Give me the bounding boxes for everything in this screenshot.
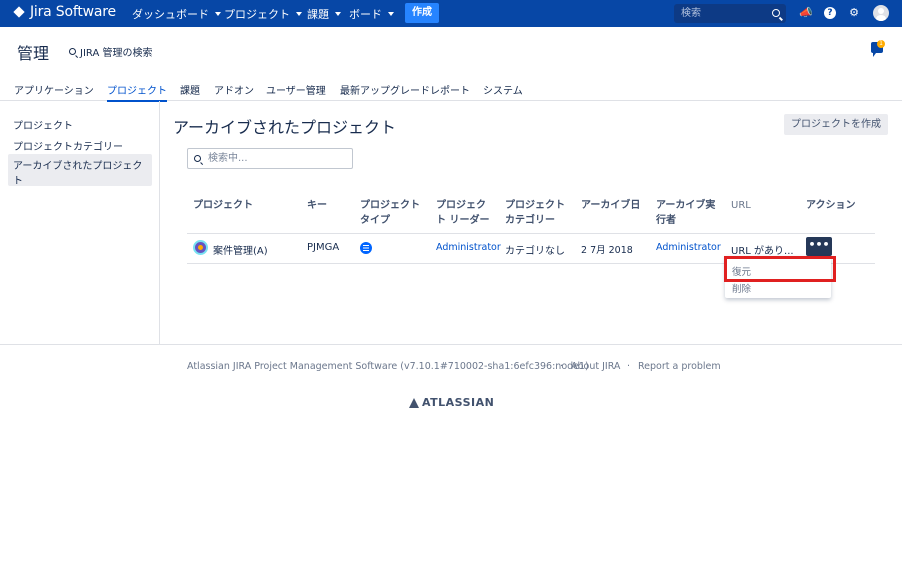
- search-icon: [69, 48, 76, 55]
- jira-diamond-icon: [13, 6, 25, 18]
- tab-issues[interactable]: 課題: [180, 82, 200, 97]
- chevron-down-icon: [335, 12, 341, 16]
- footer-about-link[interactable]: About JIRA: [571, 361, 620, 372]
- jira-logo[interactable]: Jira Software: [13, 4, 116, 20]
- nav-issues[interactable]: 課題: [307, 6, 341, 22]
- footer-separator: ·: [627, 361, 631, 372]
- business-project-type-icon: [360, 242, 372, 254]
- footer-report-link[interactable]: Report a problem: [638, 361, 721, 372]
- sidebar-item-projects[interactable]: プロジェクト: [8, 117, 152, 132]
- page-title: アーカイブされたプロジェクト: [173, 118, 397, 137]
- header-archived-by: アーカイブ実 行者: [656, 198, 715, 228]
- footer-separator: ·: [560, 361, 564, 372]
- header-type: プロジェクト タイプ: [360, 198, 420, 228]
- tab-upgrade-report[interactable]: 最新アップグレードレポート: [340, 82, 470, 97]
- header-category-line1: プロジェクト: [505, 200, 565, 211]
- cell-url: URL があり...: [731, 246, 794, 257]
- sidebar-item-project-categories[interactable]: プロジェクトカテゴリー: [8, 138, 152, 153]
- header-type-line2: タイプ: [360, 215, 390, 226]
- nav-boards-label: ボード: [349, 8, 382, 21]
- header-lead-line1: プロジェク: [436, 200, 486, 211]
- atlassian-logo[interactable]: ATLASSIAN: [409, 396, 494, 409]
- more-actions-button[interactable]: •••: [806, 237, 832, 256]
- tab-projects[interactable]: プロジェクト: [107, 82, 167, 102]
- footer-divider: [0, 344, 902, 345]
- brand-name: Jira Software: [30, 4, 116, 20]
- nav-projects-label: プロジェクト: [224, 8, 290, 21]
- top-navigation: Jira Software ダッシュボード プロジェクト 課題 ボード 作成 検…: [0, 0, 902, 27]
- nav-dashboards-label: ダッシュボード: [132, 8, 209, 21]
- search-icon: [772, 9, 780, 17]
- atlassian-triangle-icon: [409, 397, 419, 408]
- project-search-input[interactable]: 検索中...: [187, 148, 353, 169]
- cell-project: 案件管理(A): [213, 246, 268, 257]
- sidebar-item-archived-projects[interactable]: アーカイブされたプロジェクト: [8, 154, 152, 187]
- project-avatar: [193, 240, 208, 255]
- header-lead: プロジェクト リーダー: [436, 198, 489, 228]
- chevron-down-icon: [388, 12, 394, 16]
- create-project-button[interactable]: プロジェクトを作成: [784, 114, 888, 135]
- sidebar: プロジェクト プロジェクトカテゴリー アーカイブされたプロジェクト: [0, 101, 160, 344]
- cell-lead-link[interactable]: Administrator: [436, 242, 501, 253]
- header-key: キー: [307, 200, 327, 211]
- cell-archived-date: 2 7月 2018: [581, 245, 633, 256]
- header-url: URL: [731, 200, 751, 211]
- tab-system[interactable]: システム: [483, 82, 523, 97]
- header-archived-by-line2: 行者: [656, 215, 676, 226]
- table-header-divider: [187, 233, 875, 234]
- atlassian-logo-text: ATLASSIAN: [422, 396, 495, 409]
- cell-category: カテゴリなし: [505, 246, 565, 257]
- header-category: プロジェクト カテゴリー: [505, 198, 565, 228]
- header-type-line1: プロジェクト: [360, 200, 420, 211]
- admin-tabs: アプリケーション プロジェクト 課題 アドオン ユーザー管理 最新アップグレード…: [0, 81, 902, 102]
- gear-icon[interactable]: ⚙: [847, 6, 861, 20]
- notification-badge: 1: [877, 40, 885, 48]
- footer-version: Atlassian JIRA Project Management Softwa…: [187, 361, 589, 372]
- cell-archived-by-link[interactable]: Administrator: [656, 242, 721, 253]
- tab-user-management[interactable]: ユーザー管理: [266, 82, 326, 97]
- tab-addons[interactable]: アドオン: [214, 82, 254, 97]
- admin-search-label: JIRA 管理の検索: [80, 48, 153, 59]
- search-icon: [194, 155, 201, 162]
- global-search-placeholder: 検索: [681, 8, 701, 19]
- chevron-down-icon: [296, 12, 302, 16]
- megaphone-icon[interactable]: 📣: [799, 6, 813, 20]
- header-lead-line2: ト リーダー: [436, 215, 490, 226]
- admin-title: 管理: [17, 44, 50, 63]
- create-button[interactable]: 作成: [405, 3, 439, 23]
- global-search-input[interactable]: 検索: [674, 4, 786, 23]
- user-avatar[interactable]: [873, 5, 889, 21]
- admin-search[interactable]: JIRA 管理の検索: [69, 44, 152, 59]
- nav-dashboards[interactable]: ダッシュボード: [132, 6, 221, 22]
- tab-applications[interactable]: アプリケーション: [14, 82, 94, 97]
- nav-boards[interactable]: ボード: [349, 6, 394, 22]
- help-icon[interactable]: ?: [824, 7, 836, 19]
- highlight-box: [724, 256, 836, 282]
- nav-issues-label: 課題: [307, 8, 329, 21]
- header-archived-by-line1: アーカイブ実: [656, 200, 716, 211]
- header-actions: アクション: [806, 200, 856, 211]
- chevron-down-icon: [215, 12, 221, 16]
- menu-item-delete[interactable]: 削除: [732, 281, 751, 295]
- header-project: プロジェクト: [193, 200, 253, 211]
- header-archived-date: アーカイブ日: [581, 200, 641, 211]
- nav-projects[interactable]: プロジェクト: [224, 6, 302, 22]
- header-category-line2: カテゴリー: [505, 215, 555, 226]
- cell-key: PJMGA: [307, 242, 340, 253]
- project-search-placeholder: 検索中...: [208, 153, 248, 164]
